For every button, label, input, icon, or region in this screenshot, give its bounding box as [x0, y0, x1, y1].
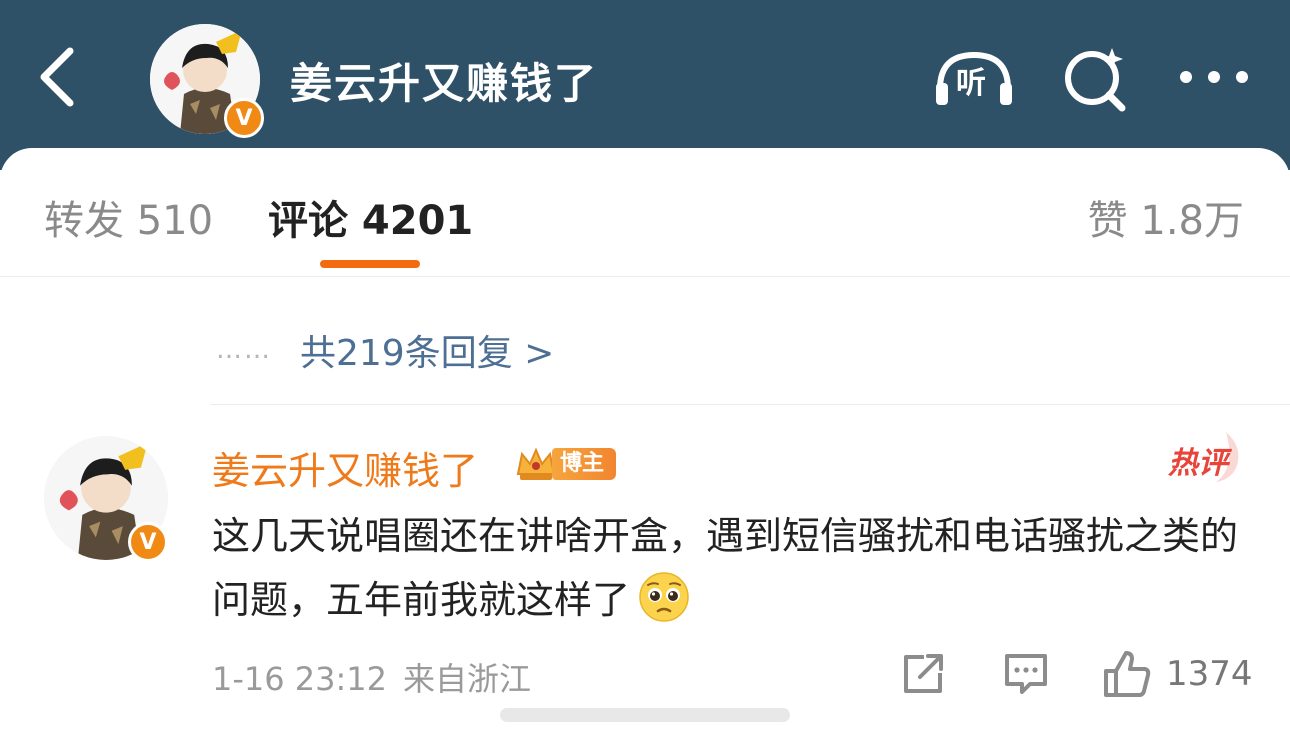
replies-label: 共219条回复 >	[300, 333, 555, 374]
replies-dots: ……	[216, 335, 272, 365]
more-dots-icon	[1180, 71, 1248, 83]
comment-meta: 1-16 23:12 来自浙江	[212, 654, 531, 700]
like-count: 1374	[1166, 654, 1253, 694]
comment-divider	[210, 404, 1290, 405]
comments-panel: 转发 510 评论 4201 赞 1.8万 …… 共219条回复 > V 姜云升…	[0, 148, 1290, 732]
search-sparkle-icon	[1065, 48, 1126, 112]
verified-badge: V	[128, 522, 168, 562]
comment-text: 这几天说唱圈还在讲啥开盒，遇到短信骚扰和电话骚扰之类的问题，五年前我就这样了	[212, 514, 1239, 622]
tab-comments[interactable]: 评论 4201	[268, 188, 473, 246]
badge-label: 博主	[552, 448, 617, 480]
blogger-badge: 博主	[514, 444, 617, 484]
back-button[interactable]	[28, 42, 84, 112]
comment-author[interactable]: 姜云升又赚钱了	[212, 440, 478, 495]
hot-comment-tag: 热评	[1168, 446, 1228, 481]
verified-badge: V	[224, 98, 264, 138]
home-indicator	[500, 708, 790, 722]
comment-location: 来自浙江	[403, 660, 532, 698]
view-replies-link[interactable]: …… 共219条回复 >	[216, 324, 554, 376]
comment-avatar[interactable]: V	[44, 436, 168, 562]
like-button[interactable]: 1374	[1102, 648, 1253, 700]
pleading-face-emoji	[638, 571, 690, 623]
top-bar: V 姜云升又赚钱了 听	[0, 0, 1290, 170]
header-avatar[interactable]: V	[150, 24, 264, 138]
share-icon	[904, 654, 943, 693]
listen-button[interactable]: 听	[932, 42, 1016, 112]
reply-icon	[1005, 654, 1047, 694]
like-icon	[1104, 651, 1151, 697]
reply-button[interactable]	[1002, 648, 1050, 700]
search-button[interactable]	[1052, 42, 1136, 112]
back-arrow-icon	[40, 47, 74, 107]
more-button[interactable]	[1172, 42, 1256, 112]
active-tab-indicator	[320, 260, 420, 268]
share-button[interactable]	[900, 648, 946, 700]
tab-divider	[0, 276, 1290, 277]
tab-reposts[interactable]: 转发 510	[44, 188, 213, 246]
comment-time: 1-16 23:12	[212, 660, 388, 698]
tab-likes[interactable]: 赞 1.8万	[1088, 188, 1244, 246]
page-title: 姜云升又赚钱了	[290, 59, 599, 108]
comment-body: 这几天说唱圈还在讲啥开盒，遇到短信骚扰和电话骚扰之类的问题，五年前我就这样了	[212, 504, 1252, 632]
